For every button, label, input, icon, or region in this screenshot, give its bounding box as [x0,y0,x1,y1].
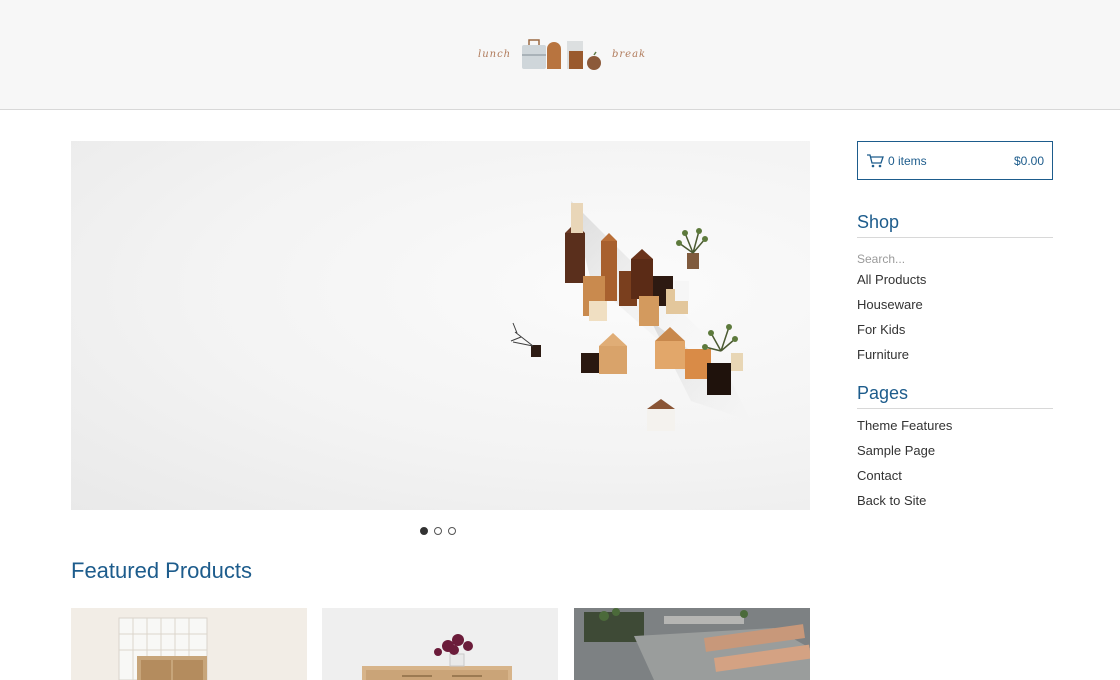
product-card-1[interactable] [71,608,307,680]
pages-link-sample-page[interactable]: Sample Page [857,442,1053,467]
hero-slider-image[interactable] [71,141,810,510]
wooden-cabinet-photo [71,608,307,680]
shop-link-all-products[interactable]: All Products [857,271,1053,296]
slider-dots [420,527,456,537]
pages-link-contact[interactable]: Contact [857,467,1053,492]
featured-products-title: Featured Products [71,558,252,583]
cart-widget[interactable]: 0 items $0.00 [857,141,1053,180]
wooden-houses-illustration [510,201,751,431]
slider-dot-3[interactable] [448,527,456,535]
product-card-2[interactable] [322,608,558,680]
shop-link-houseware[interactable]: Houseware [857,296,1053,321]
pages-link-theme-features[interactable]: Theme Features [857,417,1053,442]
shop-link-for-kids[interactable]: For Kids [857,321,1053,346]
planter-boxes-photo [574,608,810,680]
search-input[interactable] [857,246,1053,271]
shop-link-furniture[interactable]: Furniture [857,346,1053,371]
site-header: lunch break [0,0,1120,110]
slider-dot-2[interactable] [434,527,442,535]
pages-widget: Pages Theme Features Sample Page Contact… [857,383,1053,517]
shop-heading: Shop [857,212,1053,238]
pages-link-back-to-site[interactable]: Back to Site [857,492,1053,517]
cart-icon [867,153,884,167]
slider-dot-1[interactable] [420,527,428,535]
pages-heading: Pages [857,383,1053,409]
wooden-dresser-photo [322,608,558,680]
cart-item-count: 0 items [888,153,927,168]
site-logo[interactable]: lunch break [476,33,648,73]
product-card-3[interactable] [574,608,810,680]
cart-total: $0.00 [1013,153,1044,168]
shop-widget: Shop All Products Houseware For Kids Fur… [857,212,1053,371]
logo-word-right: break [612,49,647,60]
